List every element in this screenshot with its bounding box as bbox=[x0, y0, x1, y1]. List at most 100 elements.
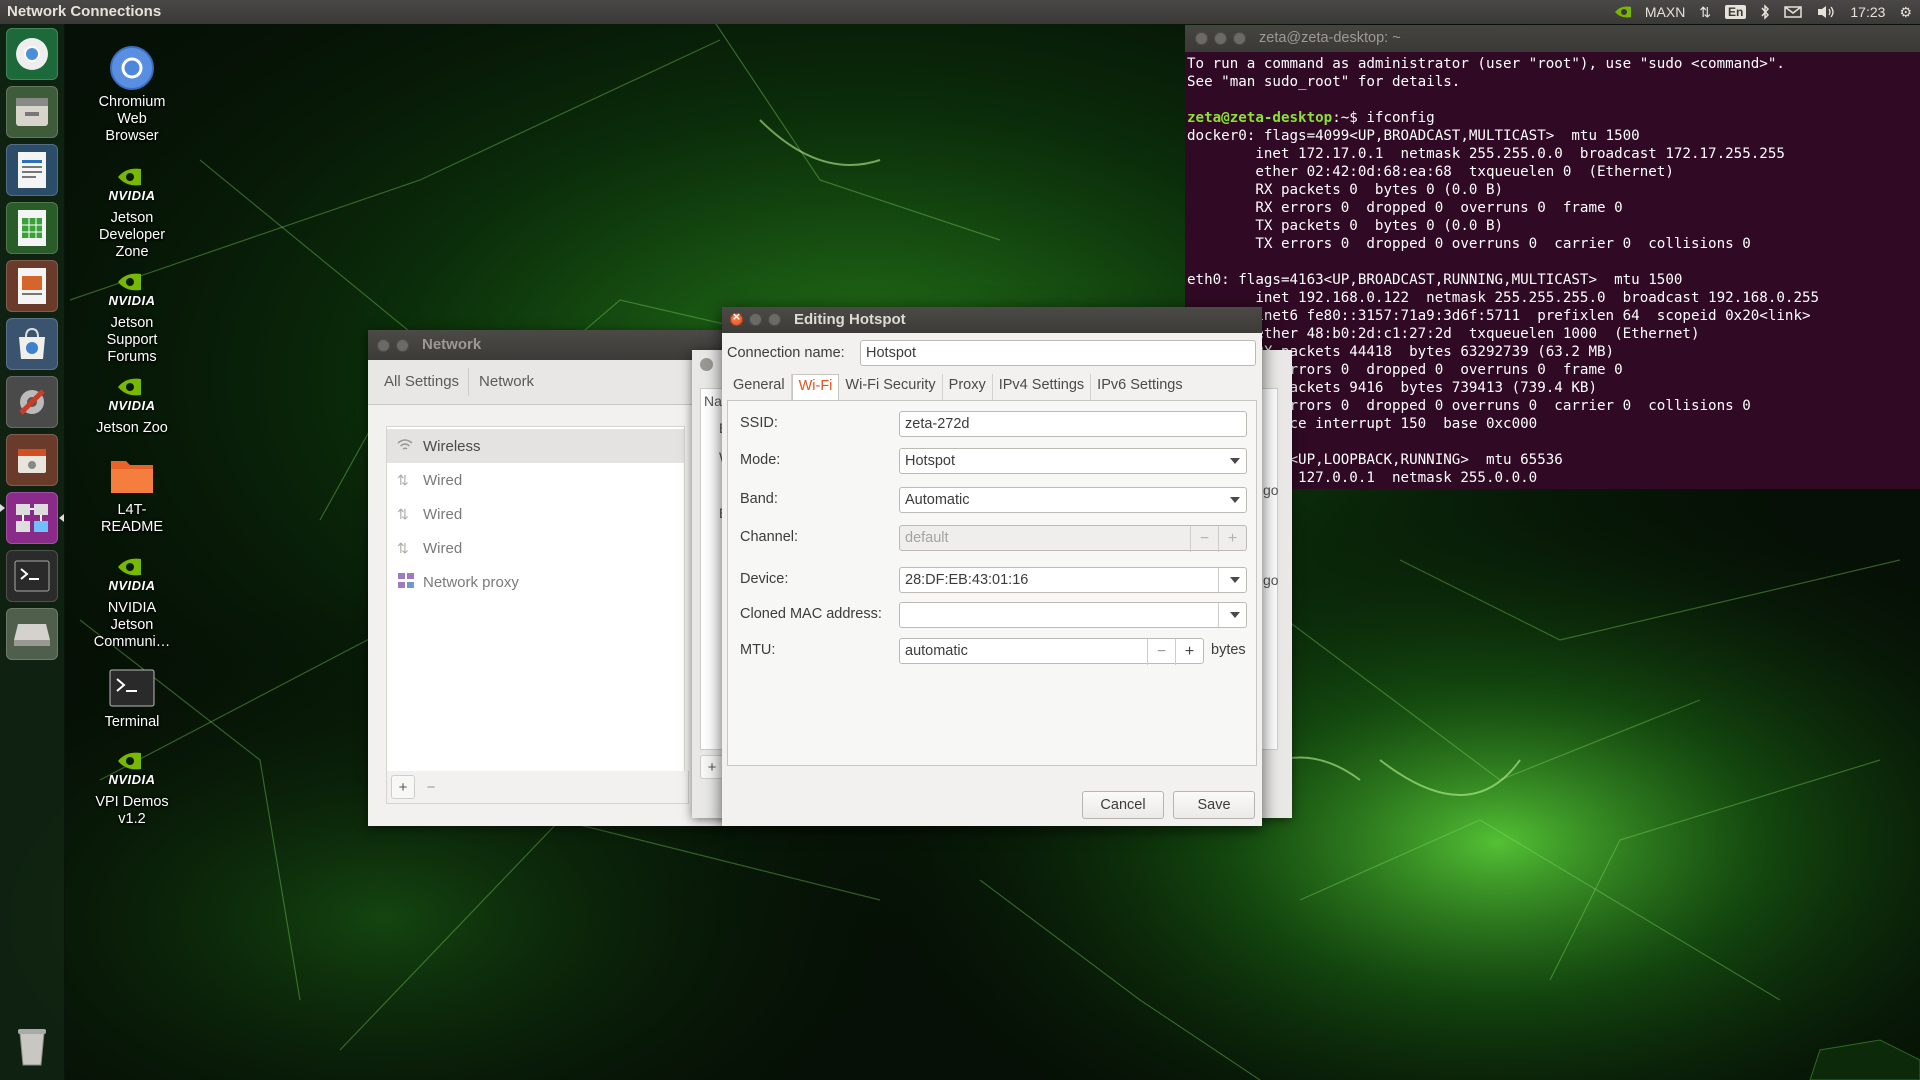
band-label: Band: bbox=[740, 491, 778, 507]
clock[interactable]: 17:23 bbox=[1850, 4, 1885, 20]
writer-launcher-icon[interactable] bbox=[6, 144, 58, 196]
tab-wifi-security[interactable]: Wi-Fi Security bbox=[839, 374, 943, 400]
desktop-icon-jetson-zoo[interactable]: NVIDIA Jetson Zoo bbox=[86, 370, 178, 437]
desktop-icon-jetson-developer-zone[interactable]: NVIDIA Jetson Developer Zone bbox=[86, 160, 178, 261]
close-button[interactable] bbox=[377, 339, 390, 352]
mtu-decrement-button[interactable]: − bbox=[1147, 639, 1175, 665]
close-button[interactable] bbox=[1195, 32, 1208, 45]
desktop-icon-chromium[interactable]: Chromium Web Browser bbox=[86, 44, 178, 145]
column-header-name: Na bbox=[704, 393, 722, 409]
files-launcher-icon[interactable] bbox=[6, 86, 58, 138]
folder-icon bbox=[111, 461, 153, 493]
impress-launcher-icon[interactable] bbox=[6, 260, 58, 312]
list-item-network-proxy[interactable]: Network proxy bbox=[387, 565, 684, 599]
maximize-button[interactable] bbox=[768, 313, 781, 326]
cloned-mac-label: Cloned MAC address: bbox=[740, 606, 882, 622]
network-window-title: Network bbox=[422, 336, 482, 353]
chevron-down-icon[interactable] bbox=[1230, 612, 1240, 618]
tab-wifi[interactable]: Wi-Fi bbox=[791, 374, 840, 402]
cloned-mac-combo[interactable] bbox=[899, 602, 1247, 628]
add-connection-button[interactable]: + bbox=[700, 755, 724, 779]
list-item-wired[interactable]: ⇅ Wired bbox=[387, 497, 684, 531]
network-window-titlebar[interactable]: Network bbox=[368, 330, 724, 360]
ssid-input[interactable]: zeta-272d bbox=[899, 411, 1247, 437]
nvidia-power-indicator[interactable]: MAXN bbox=[1613, 4, 1685, 20]
desktop-icon-label: Chromium Web Browser bbox=[98, 94, 166, 144]
editing-hotspot-dialog[interactable]: × Editing Hotspot Connection name: Hotsp… bbox=[722, 307, 1262, 826]
cancel-button[interactable]: Cancel bbox=[1082, 791, 1164, 819]
list-item-wired[interactable]: ⇅ Wired bbox=[387, 463, 684, 497]
device-value: 28:DF:EB:43:01:16 bbox=[905, 572, 1029, 588]
minimize-button[interactable] bbox=[749, 313, 762, 326]
tab-proxy[interactable]: Proxy bbox=[943, 374, 993, 400]
terminal-line: TX packets 0 bytes 0 (0.0 B) bbox=[1187, 218, 1504, 234]
minimize-button[interactable] bbox=[1214, 32, 1227, 45]
terminal-output[interactable]: To run a command as administrator (user … bbox=[1185, 52, 1920, 489]
nvidia-logo-icon bbox=[118, 378, 141, 395]
mode-select[interactable]: Hotspot bbox=[899, 448, 1247, 474]
add-connection-button[interactable]: + bbox=[391, 775, 415, 799]
mtu-stepper[interactable]: automatic − + bbox=[899, 638, 1204, 665]
band-value: Automatic bbox=[905, 492, 970, 508]
mtu-increment-button[interactable]: + bbox=[1175, 639, 1203, 665]
desktop-icon-nvidia-jetson-community[interactable]: NVIDIA NVIDIA Jetson Communi… bbox=[86, 550, 178, 651]
save-button[interactable]: Save bbox=[1173, 791, 1255, 819]
top-panel: Network Connections MAXN ⇅ En 17:23 ⚙ bbox=[0, 0, 1920, 24]
volume-icon[interactable] bbox=[1816, 4, 1836, 20]
minimize-button[interactable] bbox=[396, 339, 409, 352]
terminal-titlebar[interactable]: zeta@zeta-desktop: ~ bbox=[1185, 25, 1920, 52]
nvidia-brand-text: NVIDIA bbox=[108, 187, 156, 203]
launcher-running-indicator bbox=[0, 504, 5, 512]
network-device-list: Wireless ⇅ Wired ⇅ Wired ⇅ Wired Network… bbox=[386, 426, 685, 773]
list-item-label: Wired bbox=[423, 505, 463, 523]
device-combo[interactable]: 28:DF:EB:43:01:16 bbox=[899, 567, 1247, 593]
mail-icon[interactable] bbox=[1784, 5, 1803, 19]
maximize-button[interactable] bbox=[1233, 32, 1246, 45]
last-used-text: go bbox=[1263, 572, 1279, 588]
band-select[interactable]: Automatic bbox=[899, 487, 1247, 513]
desktop-icon-l4t-readme[interactable]: L4T- README bbox=[86, 452, 178, 536]
disks-launcher-icon[interactable] bbox=[6, 434, 58, 486]
chevron-down-icon[interactable] bbox=[1230, 577, 1240, 583]
dialog-titlebar[interactable]: × Editing Hotspot bbox=[722, 307, 1262, 333]
channel-decrement-button[interactable]: − bbox=[1190, 526, 1218, 552]
tab-general[interactable]: General bbox=[727, 374, 792, 400]
connection-name-field[interactable]: Hotspot bbox=[860, 340, 1256, 366]
list-item-wireless[interactable]: Wireless bbox=[387, 429, 684, 463]
settings-launcher-icon[interactable] bbox=[6, 376, 58, 428]
breadcrumb-all-settings[interactable]: All Settings bbox=[382, 368, 470, 396]
network-settings-window[interactable]: Network All Settings Network Wireless ⇅ … bbox=[368, 330, 724, 826]
tab-ipv4-settings[interactable]: IPv4 Settings bbox=[993, 374, 1092, 400]
terminal-window[interactable]: zeta@zeta-desktop: ~ To run a command as… bbox=[1185, 25, 1920, 489]
bluetooth-icon[interactable] bbox=[1760, 4, 1770, 20]
network-connections-launcher-icon[interactable] bbox=[6, 492, 58, 544]
trash-launcher-icon[interactable] bbox=[6, 1020, 58, 1072]
device-label: Device: bbox=[740, 571, 789, 587]
keyboard-indicator[interactable]: En bbox=[1725, 5, 1747, 19]
desktop-icon-jetson-support-forums[interactable]: NVIDIA Jetson Support Forums bbox=[86, 265, 178, 366]
terminal-scrollbar[interactable] bbox=[1912, 52, 1920, 486]
list-item-wired[interactable]: ⇅ Wired bbox=[387, 531, 684, 565]
power-mode-label: MAXN bbox=[1644, 4, 1686, 20]
software-launcher-icon[interactable] bbox=[6, 318, 58, 370]
drive-launcher-icon[interactable] bbox=[6, 608, 58, 660]
desktop-icon-terminal[interactable]: Terminal bbox=[86, 664, 178, 731]
terminal-line: inet 172.17.0.1 netmask 255.255.0.0 broa… bbox=[1187, 146, 1785, 162]
breadcrumb-network[interactable]: Network bbox=[477, 368, 543, 396]
chevron-down-icon bbox=[1230, 497, 1240, 503]
remove-connection-button[interactable]: − bbox=[419, 775, 443, 799]
chromium-launcher-icon[interactable] bbox=[6, 28, 58, 80]
keyboard-layout-label: En bbox=[1725, 5, 1747, 19]
gear-icon[interactable]: ⚙ bbox=[1899, 4, 1912, 21]
tab-ipv6-settings[interactable]: IPv6 Settings bbox=[1091, 374, 1188, 400]
close-button[interactable] bbox=[700, 358, 713, 371]
terminal-launcher-icon[interactable] bbox=[6, 550, 58, 602]
chromium-icon bbox=[110, 46, 154, 90]
close-button[interactable]: × bbox=[730, 310, 743, 326]
wifi-icon bbox=[397, 438, 423, 455]
network-indicator-icon[interactable]: ⇅ bbox=[1699, 4, 1711, 21]
desktop-icon-vpi-demos[interactable]: NVIDIA VPI Demos v1.2 bbox=[86, 744, 178, 828]
channel-stepper[interactable]: default − + bbox=[899, 525, 1247, 552]
calc-launcher-icon[interactable] bbox=[6, 202, 58, 254]
channel-increment-button[interactable]: + bbox=[1218, 526, 1246, 552]
